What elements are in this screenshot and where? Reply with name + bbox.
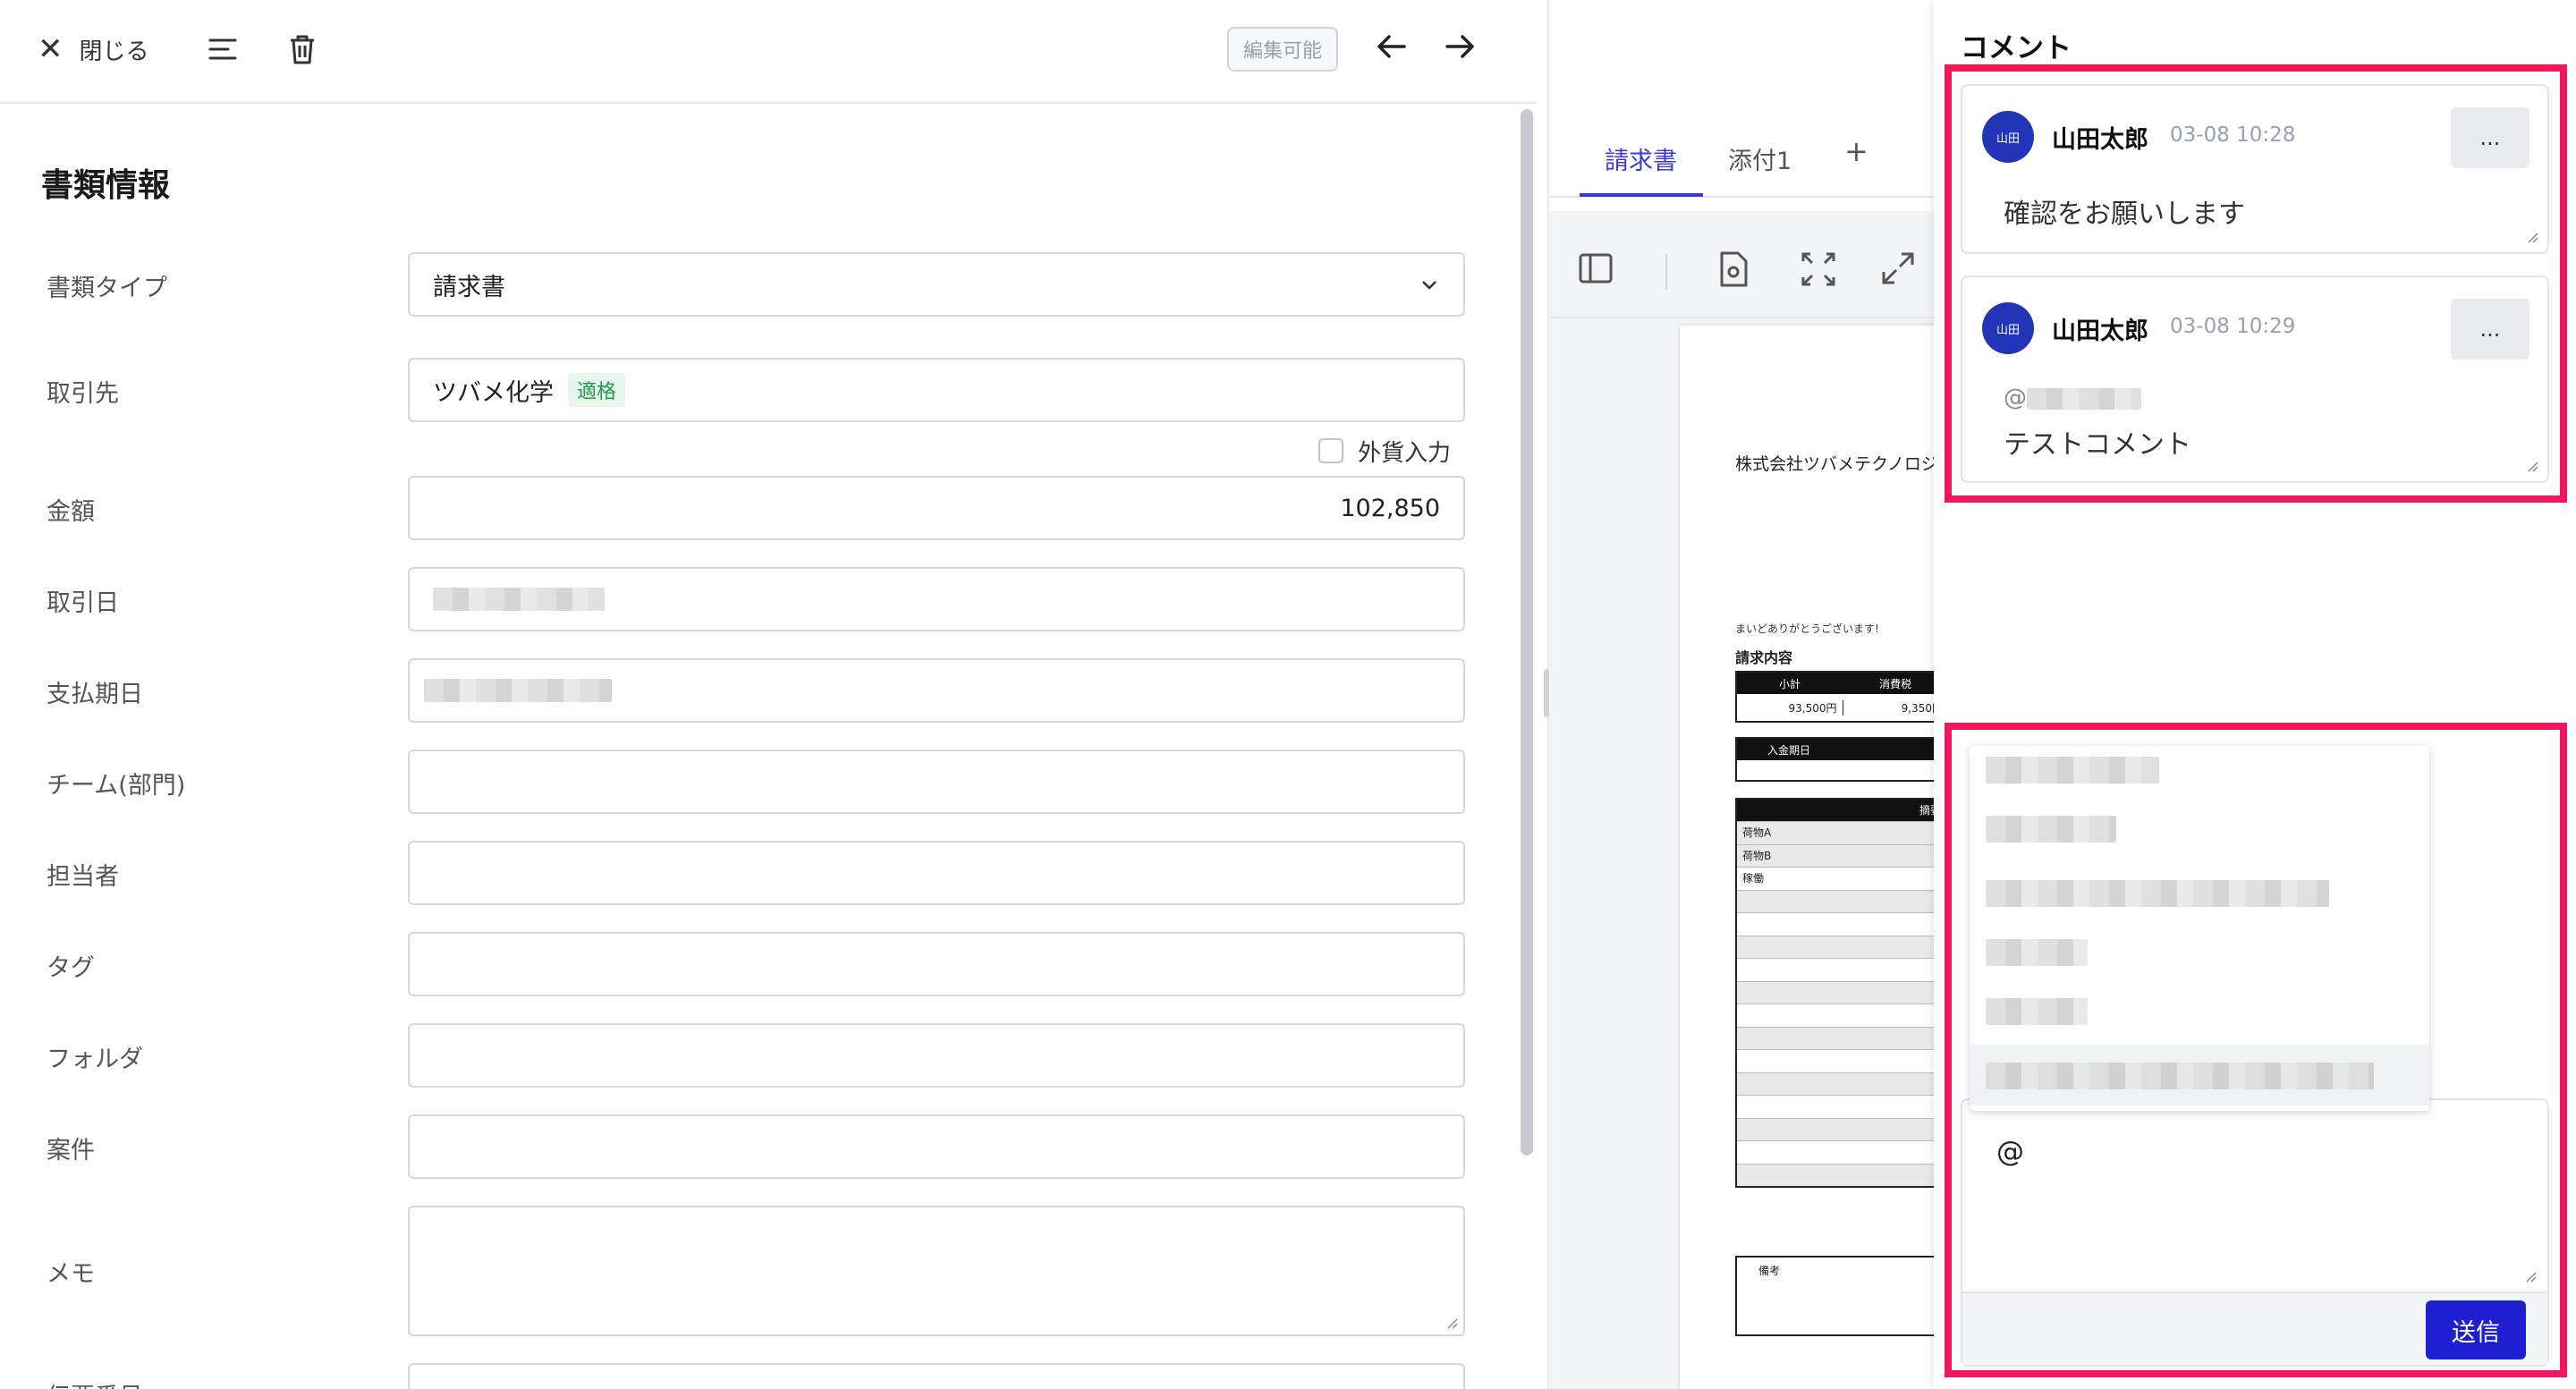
doc-line — [1737, 1117, 1939, 1140]
tag-field[interactable] — [408, 932, 1465, 996]
doc-line — [1737, 958, 1939, 981]
preview-tabs: 請求書 添付1 + — [1549, 0, 1934, 211]
doc-subtotal-value: 93,500円 — [1737, 699, 1843, 716]
doc-line: 荷物A — [1737, 821, 1939, 844]
trade-date-label: 取引日 — [47, 589, 119, 617]
doc-line — [1737, 912, 1939, 936]
doc-payment-date-label: 入金期日 — [1737, 739, 1939, 760]
memo-label: メモ — [47, 1260, 95, 1288]
foreign-currency-checkbox[interactable] — [1318, 438, 1343, 463]
amount-label: 金額 — [47, 498, 95, 526]
tab-attachment-1[interactable]: 添付1 — [1728, 141, 1792, 176]
doc-subtotal-label: 小計 — [1778, 677, 1801, 690]
highlight-frame — [1945, 64, 2567, 503]
doc-payment-table: 入金期日 — [1735, 737, 1939, 782]
comments-panel: コメント 山田 山田太郎 03-08 10:28 ... 確認をお願いします 山… — [1934, 0, 2576, 1389]
doc-summary-label: 摘要 — [1737, 800, 1939, 821]
tab-invoice[interactable]: 請求書 — [1605, 141, 1677, 176]
due-date-field[interactable] — [408, 658, 1465, 723]
assignee-label: 担当者 — [47, 863, 119, 891]
doc-line — [1737, 1095, 1939, 1118]
close-label: 閉じる — [79, 38, 149, 65]
folder-field[interactable] — [408, 1023, 1465, 1088]
doc-company-name: 株式会社ツバメテクノロジー — [1735, 454, 1939, 474]
trash-icon — [291, 35, 314, 64]
doc-type-value: 請求書 — [433, 273, 505, 301]
doc-line — [1737, 1071, 1939, 1095]
document-info-panel: ✕ 閉じる 編集可能 書類情報 書類タイプ 請求書 取引先 ツバメ化学 適格 外… — [0, 0, 1537, 1389]
doc-tax-label: 消費税 — [1878, 677, 1911, 690]
close-button[interactable]: ✕ 閉じる — [38, 27, 149, 72]
tag-label: タグ — [47, 954, 95, 982]
editable-badge: 編集可能 — [1227, 27, 1338, 72]
doc-line — [1737, 1049, 1939, 1072]
doc-line: 荷物B — [1737, 843, 1939, 867]
preview-toolbar — [1549, 224, 1934, 318]
team-label: チーム(部門) — [47, 772, 186, 800]
arrow-right-icon — [1445, 35, 1474, 58]
team-field[interactable] — [408, 750, 1465, 814]
doc-type-label: 書類タイプ — [47, 275, 167, 302]
doc-line — [1737, 1004, 1939, 1027]
memo-textarea[interactable] — [408, 1206, 1465, 1336]
expand-icon[interactable] — [1880, 250, 1916, 286]
chevron-down-icon — [1422, 281, 1436, 290]
list-icon — [208, 38, 237, 60]
doc-total-table: 小計 消費税 93,500円 9,350円 — [1735, 671, 1939, 723]
doc-remarks-box: 備考 — [1735, 1256, 1939, 1336]
voucher-field[interactable] — [408, 1363, 1465, 1389]
sidebar-toggle-icon[interactable] — [1578, 250, 1614, 286]
project-field[interactable] — [408, 1114, 1465, 1179]
resize-handle[interactable] — [1544, 669, 1549, 717]
due-date-label: 支払期日 — [47, 681, 143, 708]
folder-label: フォルダ — [47, 1046, 143, 1073]
voucher-label: 伝票番号 — [47, 1377, 143, 1389]
partner-field[interactable]: ツバメ化学 適格 — [408, 358, 1465, 422]
partner-value: ツバメ化学 — [433, 378, 554, 407]
doc-line — [1737, 889, 1939, 912]
doc-lines-table: 摘要 荷物A 荷物B 稼働 — [1735, 798, 1939, 1188]
redacted-date — [424, 679, 612, 702]
doc-line: 稼働 — [1737, 867, 1939, 890]
file-settings-icon[interactable] — [1717, 250, 1750, 288]
doc-line — [1737, 1140, 1939, 1164]
arrow-left-icon — [1377, 35, 1406, 58]
amount-field[interactable]: 102,850 — [408, 476, 1465, 540]
doc-line — [1737, 1163, 1939, 1186]
toolbar-divider — [1665, 254, 1667, 290]
doc-type-select[interactable]: 請求書 — [408, 252, 1465, 317]
doc-tax-value: 9,350円 — [1901, 701, 1939, 715]
scrollbar[interactable] — [1521, 109, 1533, 1156]
previous-button[interactable] — [1376, 30, 1408, 72]
invoice-page: 株式会社ツバメテクノロジー まいどありがとうございます! 請求内容 小計 消費税 … — [1680, 326, 1939, 1389]
foreign-currency-label: 外貨入力 — [1358, 440, 1452, 467]
doc-line — [1737, 980, 1939, 1004]
fit-screen-icon[interactable] — [1800, 250, 1837, 288]
doc-heading: 請求内容 — [1735, 649, 1793, 666]
doc-line — [1737, 935, 1939, 958]
trade-date-field[interactable] — [408, 567, 1465, 631]
doc-line — [1737, 1026, 1939, 1049]
list-button[interactable] — [208, 27, 238, 72]
next-button[interactable] — [1444, 30, 1476, 72]
form-title: 書類情報 — [41, 167, 171, 204]
close-icon: ✕ — [38, 31, 64, 67]
document-preview: 請求書 添付1 + 株式会社ツバメテクノロジー まいどありがとうございます! 請… — [1549, 0, 1939, 1389]
active-tab-indicator — [1580, 193, 1703, 197]
top-toolbar: ✕ 閉じる 編集可能 — [0, 0, 1537, 104]
amount-value: 102,850 — [1340, 494, 1440, 522]
resize-handle-icon[interactable] — [1445, 1317, 1458, 1329]
doc-thanks-text: まいどありがとうございます! — [1735, 623, 1879, 635]
add-tab-button[interactable]: + — [1844, 134, 1868, 168]
assignee-field[interactable] — [408, 841, 1465, 905]
redacted-date — [433, 588, 605, 611]
comments-title: コメント — [1961, 32, 2072, 64]
partner-label: 取引先 — [47, 380, 119, 408]
project-label: 案件 — [47, 1137, 95, 1165]
doc-remarks-label: 備考 — [1758, 1265, 1781, 1277]
highlight-frame — [1945, 723, 2567, 1377]
qualified-badge: 適格 — [568, 373, 626, 407]
delete-button[interactable] — [288, 27, 317, 72]
